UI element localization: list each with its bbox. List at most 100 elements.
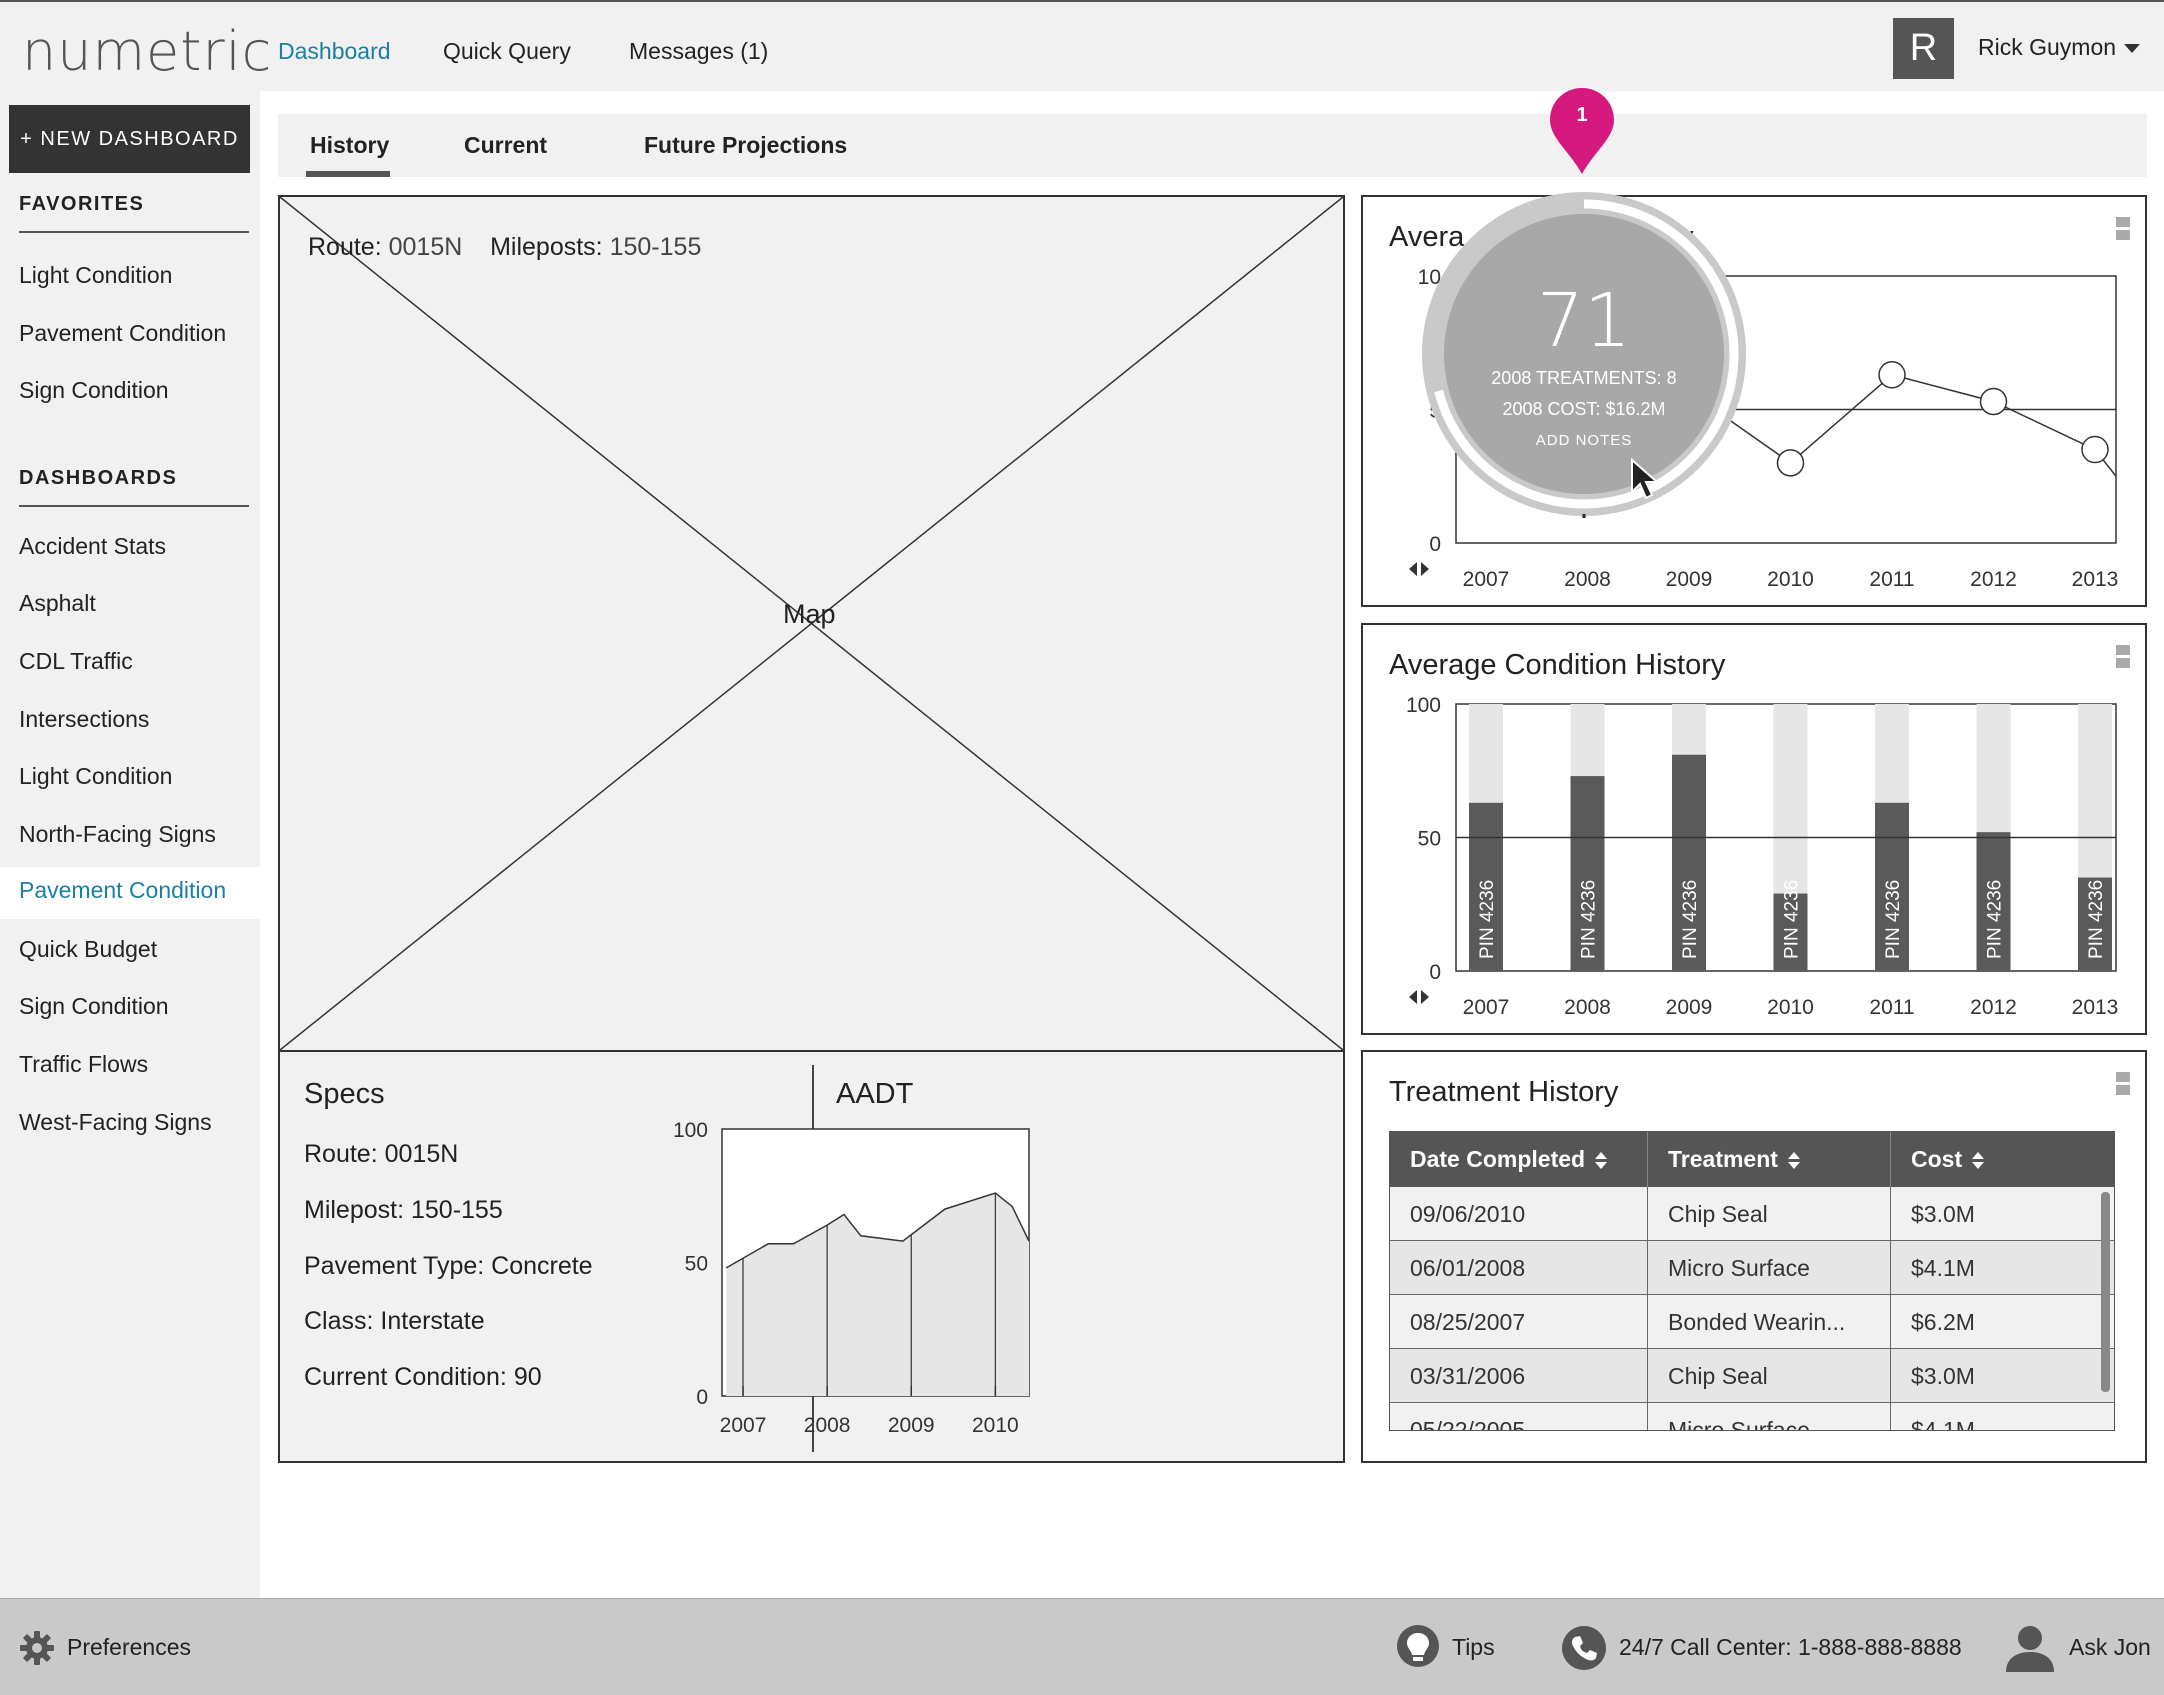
cell-date: 05/22/2005	[1390, 1403, 1648, 1430]
call-center-label: 24/7 Call Center: 1-888-888-8888	[1619, 1634, 1962, 1660]
annotation-pin-number: 1	[1576, 104, 1588, 126]
map-label: Map	[783, 599, 836, 629]
x-tick-label: 2007	[720, 1414, 767, 1437]
x-tick-label: 2013	[2072, 568, 2119, 591]
favorites-heading: FAVORITES	[19, 193, 145, 215]
x-tick-label: 2007	[1463, 568, 1510, 591]
bar-label: PIN 4236	[1680, 880, 1701, 959]
add-notes-link[interactable]: ADD NOTES	[1460, 432, 1708, 449]
app-logo[interactable]: numetric	[22, 20, 272, 83]
dashboard-item-north-facing-signs[interactable]: North-Facing Signs	[0, 812, 260, 856]
dashboard-item-sign-condition[interactable]: Sign Condition	[0, 984, 260, 1028]
dashboard-item-intersections[interactable]: Intersections	[0, 697, 260, 741]
cell-treatment: Chip Seal	[1648, 1349, 1891, 1403]
table-row[interactable]: 03/31/2006 Chip Seal $3.0M	[1390, 1349, 2114, 1403]
dashboard-item-traffic-flows[interactable]: Traffic Flows	[0, 1042, 260, 1086]
data-point	[1979, 387, 2008, 416]
x-tick-label: 2008	[1564, 568, 1611, 591]
divider	[19, 231, 249, 233]
y-tick-label: 0	[1429, 961, 1441, 984]
dashboard-item-quick-budget[interactable]: Quick Budget	[0, 927, 260, 971]
tab-future-projections[interactable]: Future Projections	[644, 132, 847, 159]
favorite-item-light-condition[interactable]: Light Condition	[0, 253, 260, 297]
nav-dashboard[interactable]: Dashboard	[278, 38, 391, 65]
tips-button[interactable]: Tips	[1396, 1599, 1495, 1695]
sort-icon[interactable]	[1595, 1151, 1608, 1171]
dashboard-item-light-condition[interactable]: Light Condition	[0, 754, 260, 798]
scroll-arrows-icon	[1409, 990, 1429, 1004]
x-tick-label: 2007	[1463, 996, 1510, 1019]
bar-label: PIN 4236	[1477, 880, 1498, 959]
call-center-button[interactable]: 24/7 Call Center: 1-888-888-8888	[1561, 1599, 1962, 1695]
nav-messages[interactable]: Messages (1)	[629, 38, 768, 65]
column-treatment[interactable]: Treatment	[1648, 1132, 1891, 1187]
nav-quick-query[interactable]: Quick Query	[443, 38, 571, 65]
y-tick-label: 0	[1429, 533, 1441, 556]
y-tick-label: 0	[696, 1386, 708, 1409]
mileposts-value: 150-155	[609, 233, 702, 261]
y-tick-label: 100	[1406, 694, 1441, 717]
cell-treatment: Bonded Wearin...	[1648, 1295, 1891, 1349]
user-name[interactable]: Rick Guymon	[1978, 34, 2116, 61]
ask-jon-button[interactable]: Ask Jon	[2003, 1599, 2151, 1695]
bar-label: PIN 4236	[1985, 880, 2006, 959]
average-condition-panel: Average Condition History 100 50 0 PIN 4236…	[1361, 623, 2147, 1035]
popover-cost: 2008 COST: $16.2M	[1502, 399, 1666, 419]
new-dashboard-button[interactable]: + NEW DASHBOARD	[9, 105, 250, 173]
column-date-completed[interactable]: Date Completed	[1390, 1132, 1648, 1187]
divider	[19, 505, 249, 507]
aadt-chart: 100 50 0 2007 2008 2009 2010	[673, 1119, 1030, 1437]
dashboard-item-cdl-traffic[interactable]: CDL Traffic	[0, 639, 260, 683]
annotation-pin-icon	[1550, 88, 1614, 174]
column-cost[interactable]: Cost	[1891, 1132, 2114, 1187]
x-tick-label: 2009	[1666, 568, 1713, 591]
sort-icon[interactable]	[1787, 1151, 1800, 1171]
cell-date: 08/25/2007	[1390, 1295, 1648, 1349]
bar-label: PIN 4236	[1782, 880, 1803, 959]
cursor-icon	[1631, 458, 1660, 500]
x-tick-label: 2008	[804, 1414, 851, 1437]
route-label: Route:	[308, 233, 382, 261]
route-value: 0015N	[388, 233, 463, 261]
bar-label: PIN 4236	[1883, 880, 1904, 959]
x-tick-label: 2012	[1970, 568, 2017, 591]
dashboard-item-pavement-condition[interactable]: Pavement Condition	[0, 867, 260, 919]
cell-treatment: Micro Surface	[1648, 1403, 1891, 1430]
dashboard-item-west-facing-signs[interactable]: West-Facing Signs	[0, 1100, 260, 1144]
dashboard-item-accident-stats[interactable]: Accident Stats	[0, 524, 260, 568]
data-point	[1878, 361, 1906, 389]
table-row[interactable]: 06/01/2008 Micro Surface $4.1M	[1390, 1241, 2114, 1295]
x-tick-label: 2011	[1869, 996, 1914, 1019]
x-tick-label: 2010	[1767, 568, 1814, 591]
table-row[interactable]: 08/25/2007 Bonded Wearin... $6.2M	[1390, 1295, 2114, 1349]
panel-title: Treatment History	[1389, 1076, 1619, 1108]
preferences-button[interactable]: Preferences	[19, 1599, 191, 1695]
panel-menu-icon[interactable]	[2116, 1072, 2130, 1108]
top-bar: numetric Dashboard Quick Query Messages …	[0, 0, 2164, 91]
tips-label: Tips	[1452, 1634, 1495, 1660]
cell-cost: $4.1M	[1911, 1255, 1975, 1281]
dashboard-item-asphalt[interactable]: Asphalt	[0, 581, 260, 625]
favorite-item-pavement-condition[interactable]: Pavement Condition	[0, 311, 260, 355]
treatment-table: Date Completed Treatment Cost 09/06/2010…	[1389, 1131, 2115, 1431]
scroll-arrows-icon	[1409, 562, 1429, 576]
table-row[interactable]: 09/06/2010 Chip Seal $3.0M	[1390, 1187, 2114, 1241]
chevron-down-icon[interactable]	[2124, 44, 2140, 53]
y-tick-label: 50	[1418, 828, 1441, 851]
x-tick-label: 2013	[2072, 996, 2119, 1019]
favorite-item-sign-condition[interactable]: Sign Condition	[0, 368, 260, 412]
y-tick-label: 50	[685, 1253, 708, 1276]
x-tick-label: 2011	[1869, 568, 1914, 591]
tab-current[interactable]: Current	[464, 132, 547, 159]
active-tab-indicator	[306, 171, 390, 177]
mileposts-label: Mileposts:	[490, 233, 603, 261]
table-row[interactable]: 05/22/2005 Micro Surface $4.1M	[1390, 1403, 2114, 1430]
gear-icon	[20, 1630, 54, 1665]
sort-icon[interactable]	[1972, 1151, 1985, 1171]
avatar[interactable]: R	[1893, 18, 1954, 79]
tab-history[interactable]: History	[310, 132, 389, 159]
cell-cost: $3.0M	[1911, 1363, 1975, 1389]
map-panel[interactable]: Route: 0015N Mileposts: 150-155 Map	[278, 195, 1345, 1052]
footer-bar: Preferences Tips 24/7 Call Center: 1-888…	[0, 1598, 2164, 1695]
table-scrollbar[interactable]	[2101, 1192, 2110, 1392]
